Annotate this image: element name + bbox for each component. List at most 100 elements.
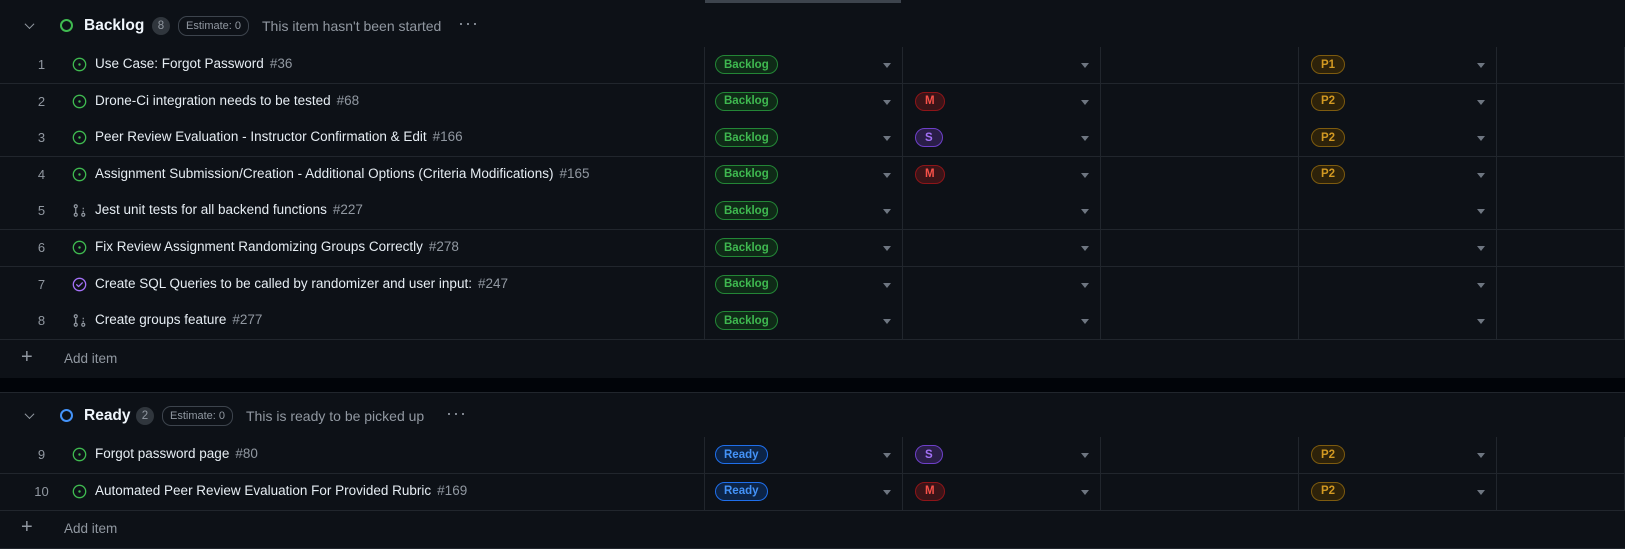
plus-icon[interactable]: + <box>21 346 33 369</box>
chevron-down-icon[interactable] <box>1081 282 1089 288</box>
table-row[interactable]: 1 Use Case: Forgot Password #36 Backlog P1 <box>0 47 1625 84</box>
status-badge[interactable]: Backlog <box>715 91 778 111</box>
chevron-down-icon[interactable] <box>1081 63 1089 68</box>
add-item-button[interactable]: Add item <box>64 521 117 536</box>
table-cell[interactable] <box>1101 193 1299 230</box>
status-badge[interactable]: Backlog <box>715 128 778 148</box>
size-badge[interactable]: M <box>915 481 945 501</box>
add-item-row[interactable]: + Add item <box>0 340 1625 379</box>
plus-icon[interactable]: + <box>21 516 33 539</box>
chevron-down-icon[interactable] <box>883 99 891 105</box>
chevron-down-icon[interactable] <box>883 63 891 68</box>
chevron-down-icon[interactable] <box>1081 136 1089 142</box>
table-cell[interactable] <box>1497 120 1625 157</box>
table-cell[interactable] <box>1497 230 1625 266</box>
table-cell[interactable] <box>1101 120 1299 157</box>
table-cell[interactable] <box>1101 83 1299 120</box>
table-cell[interactable] <box>903 230 1101 266</box>
chevron-down-icon[interactable] <box>1081 489 1089 495</box>
priority-badge[interactable]: P1 <box>1311 55 1346 74</box>
table-cell[interactable] <box>1101 156 1299 193</box>
status-badge[interactable]: Backlog <box>715 164 778 184</box>
table-cell[interactable] <box>1101 47 1299 83</box>
chevron-down-icon[interactable] <box>1081 209 1089 215</box>
table-cell[interactable] <box>1497 47 1625 83</box>
size-badge[interactable]: S <box>915 445 943 464</box>
table-row[interactable]: 10 Automated Peer Review Evaluation For P… <box>0 473 1625 511</box>
table-cell[interactable] <box>903 303 1101 340</box>
more-options-icon[interactable]: ··· <box>446 403 467 424</box>
item-title-link[interactable]: Create SQL Queries to be called by rando… <box>95 276 472 291</box>
table-cell[interactable] <box>903 47 1101 83</box>
table-cell[interactable] <box>1497 83 1625 120</box>
table-cell[interactable] <box>1299 230 1497 266</box>
table-cell[interactable] <box>1497 193 1625 230</box>
status-badge[interactable]: Backlog <box>715 274 778 294</box>
priority-badge[interactable]: P2 <box>1311 91 1346 111</box>
status-badge[interactable]: Backlog <box>715 55 778 74</box>
chevron-down-icon[interactable] <box>883 246 891 251</box>
priority-badge[interactable]: P2 <box>1311 481 1346 501</box>
item-title-link[interactable]: Create groups feature <box>95 312 226 327</box>
item-title-link[interactable]: Drone-Ci integration needs to be tested <box>95 93 331 108</box>
priority-badge[interactable]: P2 <box>1311 164 1346 184</box>
chevron-down-icon[interactable] <box>1081 172 1089 178</box>
chevron-down-icon[interactable] <box>1081 453 1089 458</box>
table-row[interactable]: 5 Jest unit tests for all backend functio… <box>0 193 1625 231</box>
add-item-row[interactable]: + Add item <box>0 510 1625 549</box>
status-badge[interactable]: Backlog <box>715 238 778 257</box>
table-cell[interactable] <box>1101 266 1299 303</box>
table-cell[interactable] <box>1497 437 1625 473</box>
table-row[interactable]: 2 Drone-Ci integration needs to be tested… <box>0 83 1625 121</box>
chevron-down-icon[interactable] <box>883 172 891 178</box>
status-badge[interactable]: Ready <box>715 481 768 501</box>
table-cell[interactable] <box>1497 473 1625 510</box>
table-cell[interactable] <box>1101 230 1299 266</box>
chevron-down-icon[interactable] <box>1477 319 1485 325</box>
chevron-down-icon[interactable] <box>883 319 891 325</box>
size-badge[interactable]: M <box>915 164 945 184</box>
add-item-button[interactable]: Add item <box>64 351 117 366</box>
table-row[interactable]: 8 Create groups feature #277 Backlog <box>0 303 1625 341</box>
chevron-down-icon[interactable] <box>1477 282 1485 288</box>
table-row[interactable]: 9 Forgot password page #80 Ready S P2 <box>0 437 1625 474</box>
item-title-link[interactable]: Automated Peer Review Evaluation For Pro… <box>95 483 431 498</box>
chevron-down-icon[interactable] <box>1477 99 1485 105</box>
chevron-down-icon[interactable] <box>1477 172 1485 178</box>
chevron-down-icon[interactable] <box>883 209 891 215</box>
chevron-down-icon[interactable] <box>1477 63 1485 68</box>
table-row[interactable]: 7 Create SQL Queries to be called by rand… <box>0 266 1625 304</box>
table-cell[interactable] <box>1101 303 1299 340</box>
priority-badge[interactable]: P2 <box>1311 445 1346 464</box>
table-cell[interactable] <box>1299 303 1497 340</box>
size-badge[interactable]: S <box>915 128 943 148</box>
chevron-down-icon[interactable] <box>1081 246 1089 251</box>
chevron-down-icon[interactable] <box>1081 99 1089 105</box>
table-cell[interactable] <box>903 193 1101 230</box>
status-badge[interactable]: Ready <box>715 445 768 464</box>
priority-badge[interactable]: P2 <box>1311 128 1346 148</box>
table-cell[interactable] <box>1299 193 1497 230</box>
size-badge[interactable]: M <box>915 91 945 111</box>
chevron-down-icon[interactable] <box>1081 319 1089 325</box>
table-cell[interactable] <box>1299 266 1497 303</box>
table-row[interactable]: 4 Assignment Submission/Creation - Additi… <box>0 156 1625 194</box>
item-title-link[interactable]: Fix Review Assignment Randomizing Groups… <box>95 239 423 254</box>
status-badge[interactable]: Backlog <box>715 311 778 331</box>
chevron-down-icon[interactable] <box>22 409 36 423</box>
chevron-down-icon[interactable] <box>1477 209 1485 215</box>
chevron-down-icon[interactable] <box>1477 453 1485 458</box>
table-cell[interactable] <box>1497 266 1625 303</box>
chevron-down-icon[interactable] <box>1477 136 1485 142</box>
item-title-link[interactable]: Forgot password page <box>95 446 229 461</box>
item-title-link[interactable]: Jest unit tests for all backend function… <box>95 202 327 217</box>
status-badge[interactable]: Backlog <box>715 201 778 221</box>
chevron-down-icon[interactable] <box>883 489 891 495</box>
table-cell[interactable] <box>1497 303 1625 340</box>
chevron-down-icon[interactable] <box>883 453 891 458</box>
item-title-link[interactable]: Assignment Submission/Creation - Additio… <box>95 166 553 181</box>
table-row[interactable]: 3 Peer Review Evaluation - Instructor Con… <box>0 120 1625 158</box>
table-cell[interactable] <box>903 266 1101 303</box>
more-options-icon[interactable]: ··· <box>458 13 479 34</box>
chevron-down-icon[interactable] <box>1477 246 1485 251</box>
